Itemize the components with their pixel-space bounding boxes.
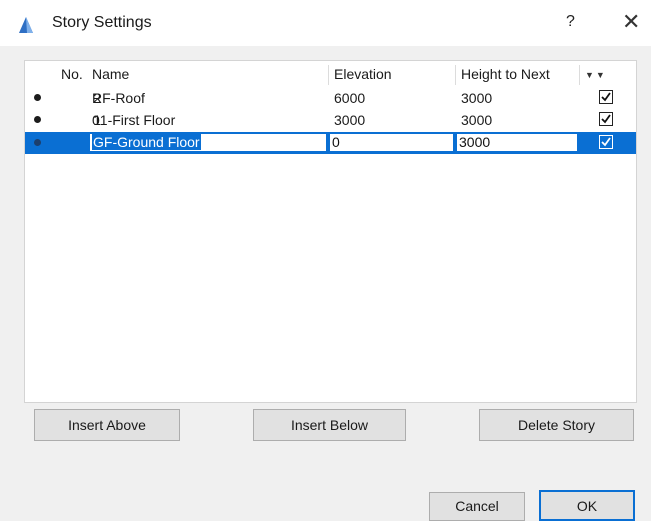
story-height[interactable]: 3000 [461,90,492,106]
story-elevation-input[interactable]: 0 [329,133,454,152]
table-row[interactable]: 2 RF-Roof 6000 3000 [25,87,636,109]
scroll-up-icon[interactable]: ︿ [636,155,637,170]
delete-story-button[interactable]: Delete Story [479,409,634,441]
story-settings-dialog: Story Settings ? ✕ No. Name Elevation He… [0,0,651,521]
table-header: No. Name Elevation Height to Next ▼▼ [25,61,636,87]
story-table: No. Name Elevation Height to Next ▼▼ 2 R… [24,60,637,403]
story-bullet-icon [34,94,41,101]
column-divider[interactable] [455,65,456,85]
archicad-logo-icon [16,15,36,35]
column-divider[interactable] [328,65,329,85]
show-checkbox[interactable] [599,135,613,149]
story-name[interactable]: 01-First Floor [92,112,175,128]
column-header-elevation[interactable]: Elevation [334,66,392,82]
dialog-title: Story Settings [52,14,152,31]
table-row-selected[interactable]: 0 GF-Ground Floor 0 3000 [25,132,636,154]
column-header-name[interactable]: Name [92,66,129,82]
insert-above-button[interactable]: Insert Above [34,409,180,441]
story-elevation[interactable]: 6000 [334,90,365,106]
story-name-selected-text: GF-Ground Floor [92,134,201,150]
table-row[interactable]: 1 01-First Floor 3000 3000 [25,109,636,131]
insert-below-button[interactable]: Insert Below [253,409,406,441]
column-divider[interactable] [579,65,580,85]
story-height-input[interactable]: 3000 [456,133,578,152]
story-bullet-icon [34,139,41,146]
story-elevation[interactable]: 3000 [334,112,365,128]
column-header-no[interactable]: No. [61,66,83,82]
show-checkbox[interactable] [599,112,613,126]
show-checkbox[interactable] [599,90,613,104]
column-header-height[interactable]: Height to Next [461,66,550,82]
story-name[interactable]: RF-Roof [92,90,145,106]
help-button[interactable]: ? [566,13,575,31]
title-bar: Story Settings ? ✕ [0,0,651,46]
story-height[interactable]: 3000 [461,112,492,128]
filter-arrows-icon[interactable]: ▼▼ [585,70,607,80]
story-name-input[interactable]: GF-Ground Floor [89,133,327,152]
story-bullet-icon [34,116,41,123]
close-button[interactable]: ✕ [622,9,640,35]
ok-button[interactable]: OK [539,490,635,521]
cancel-button[interactable]: Cancel [429,492,525,521]
